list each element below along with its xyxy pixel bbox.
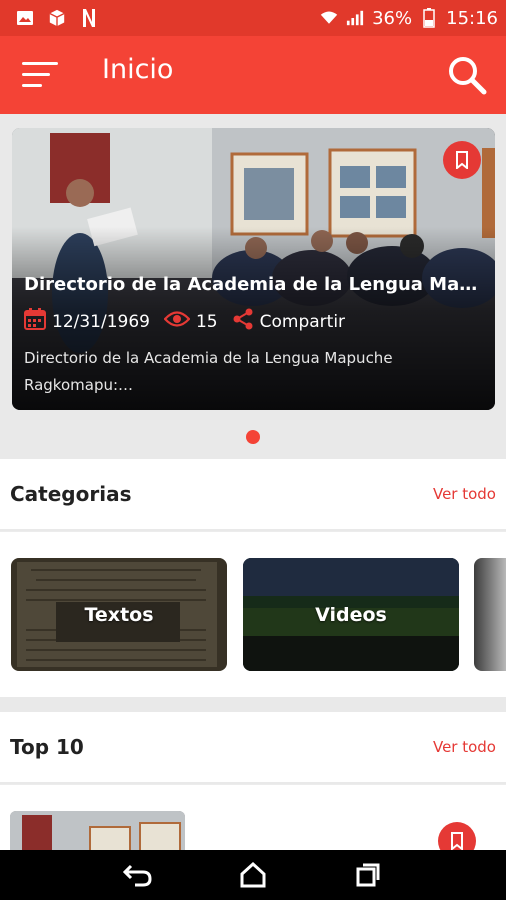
system-nav-bar <box>0 850 506 900</box>
featured-card[interactable]: Directorio de la Academia de la Lengua M… <box>12 128 495 410</box>
category-card-videos[interactable]: Videos <box>243 558 459 671</box>
category-label: Videos <box>315 603 387 626</box>
featured-title: Directorio de la Academia de la Lengua M… <box>24 274 478 295</box>
netflix-icon <box>80 9 98 27</box>
bookmark-icon[interactable] <box>443 141 481 179</box>
views-meta: 15 <box>163 310 218 333</box>
top10-header: Top 10 Ver todo <box>0 712 506 782</box>
back-icon[interactable] <box>118 855 158 895</box>
clock: 15:16 <box>446 7 498 29</box>
wifi-icon <box>320 9 338 27</box>
calendar-icon <box>24 308 46 335</box>
categories-title: Categorias <box>10 482 132 506</box>
category-card-textos[interactable]: Textos <box>11 558 227 671</box>
date-meta: 12/31/1969 <box>24 308 150 335</box>
image-icon <box>16 9 34 27</box>
search-icon[interactable] <box>446 54 488 96</box>
app-bar: Inicio <box>0 36 506 114</box>
top10-list <box>0 784 506 871</box>
featured-meta: 12/31/1969 15 Compartir <box>24 308 359 335</box>
share-icon <box>232 308 254 335</box>
featured-description: Directorio de la Academia de la Lengua M… <box>24 349 393 394</box>
recent-apps-icon[interactable] <box>348 855 388 895</box>
category-card-partial[interactable] <box>474 558 506 671</box>
featured-views: 15 <box>195 311 218 332</box>
top10-see-all-link[interactable]: Ver todo <box>433 738 496 756</box>
categories-list: Textos Videos <box>0 531 506 697</box>
battery-percent: 36% <box>372 7 413 29</box>
category-label: Textos <box>84 603 154 626</box>
battery-icon <box>420 8 438 28</box>
status-bar: 36% 15:16 <box>0 0 506 36</box>
page-title: Inicio <box>102 54 174 85</box>
eye-icon <box>163 310 191 333</box>
signal-icon <box>346 9 364 27</box>
carousel-indicator[interactable] <box>246 430 260 444</box>
package-icon <box>48 9 66 27</box>
home-icon[interactable] <box>233 855 273 895</box>
categories-see-all-link[interactable]: Ver todo <box>433 485 496 503</box>
top10-title: Top 10 <box>10 735 84 759</box>
featured-date: 12/31/1969 <box>52 311 150 332</box>
categories-header: Categorias Ver todo <box>0 459 506 529</box>
share-label: Compartir <box>259 311 346 332</box>
share-button[interactable]: Compartir <box>232 308 345 335</box>
hamburger-menu-icon[interactable] <box>22 60 60 90</box>
